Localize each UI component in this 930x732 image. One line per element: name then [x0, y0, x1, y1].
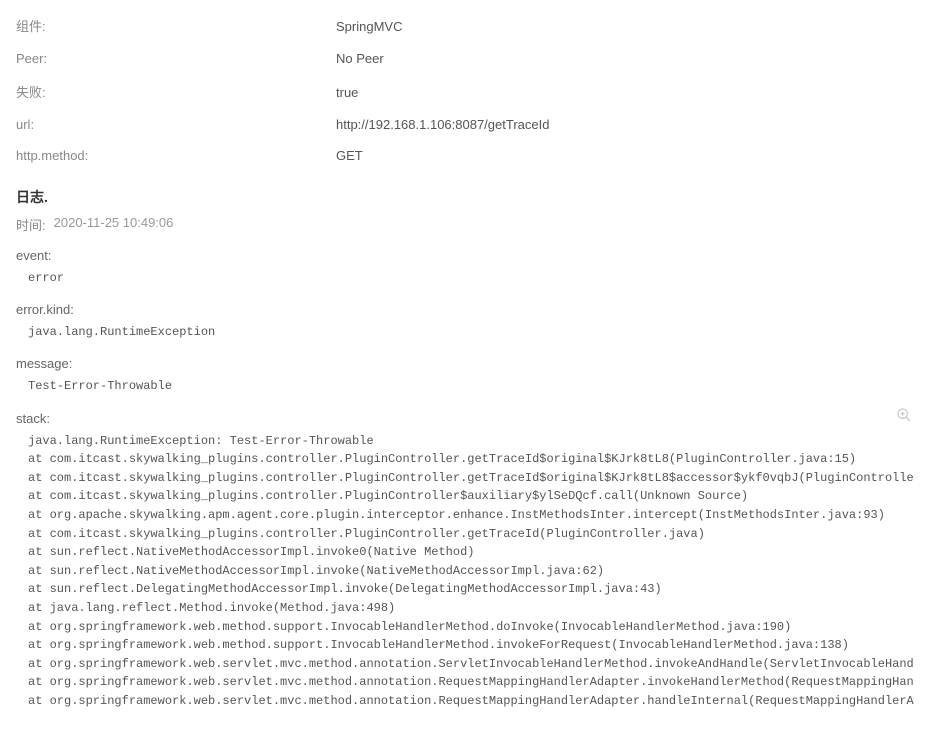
info-row-url: url: http://192.168.1.106:8087/getTraceI…	[16, 109, 914, 140]
log-time-label: 时间:	[16, 215, 46, 234]
log-field-label: message:	[16, 356, 914, 371]
log-field-value: Test-Error-Throwable	[16, 377, 914, 396]
log-field-stack: stack: java.lang.RuntimeException: Test-…	[16, 411, 914, 711]
info-value: true	[336, 85, 358, 100]
log-field-error-kind: error.kind: java.lang.RuntimeException	[16, 302, 914, 342]
log-time-value: 2020-11-25 10:49:06	[54, 215, 174, 234]
log-field-label: stack:	[16, 411, 914, 426]
log-field-message: message: Test-Error-Throwable	[16, 356, 914, 396]
log-field-label: event:	[16, 248, 914, 263]
info-label: Peer:	[16, 51, 336, 66]
log-section-title: 日志.	[16, 187, 914, 207]
info-section: 组件: SpringMVC Peer: No Peer 失败: true url…	[16, 8, 914, 171]
log-field-value: java.lang.RuntimeException	[16, 323, 914, 342]
log-field-value: error	[16, 269, 914, 288]
info-value: SpringMVC	[336, 19, 402, 34]
log-field-label: error.kind:	[16, 302, 914, 317]
info-value: No Peer	[336, 51, 384, 66]
stack-trace: java.lang.RuntimeException: Test-Error-T…	[16, 432, 914, 711]
info-label: 组件:	[16, 16, 336, 35]
info-row-http-method: http.method: GET	[16, 140, 914, 171]
info-row-failed: 失败: true	[16, 74, 914, 109]
zoom-icon[interactable]	[896, 407, 912, 423]
info-label: url:	[16, 117, 336, 132]
log-time-row: 时间: 2020-11-25 10:49:06	[16, 215, 914, 234]
info-row-peer: Peer: No Peer	[16, 43, 914, 74]
info-value: http://192.168.1.106:8087/getTraceId	[336, 117, 549, 132]
info-label: http.method:	[16, 148, 336, 163]
info-value: GET	[336, 148, 363, 163]
info-label: 失败:	[16, 82, 336, 101]
log-field-event: event: error	[16, 248, 914, 288]
info-row-component: 组件: SpringMVC	[16, 8, 914, 43]
page-container: 组件: SpringMVC Peer: No Peer 失败: true url…	[16, 8, 914, 710]
